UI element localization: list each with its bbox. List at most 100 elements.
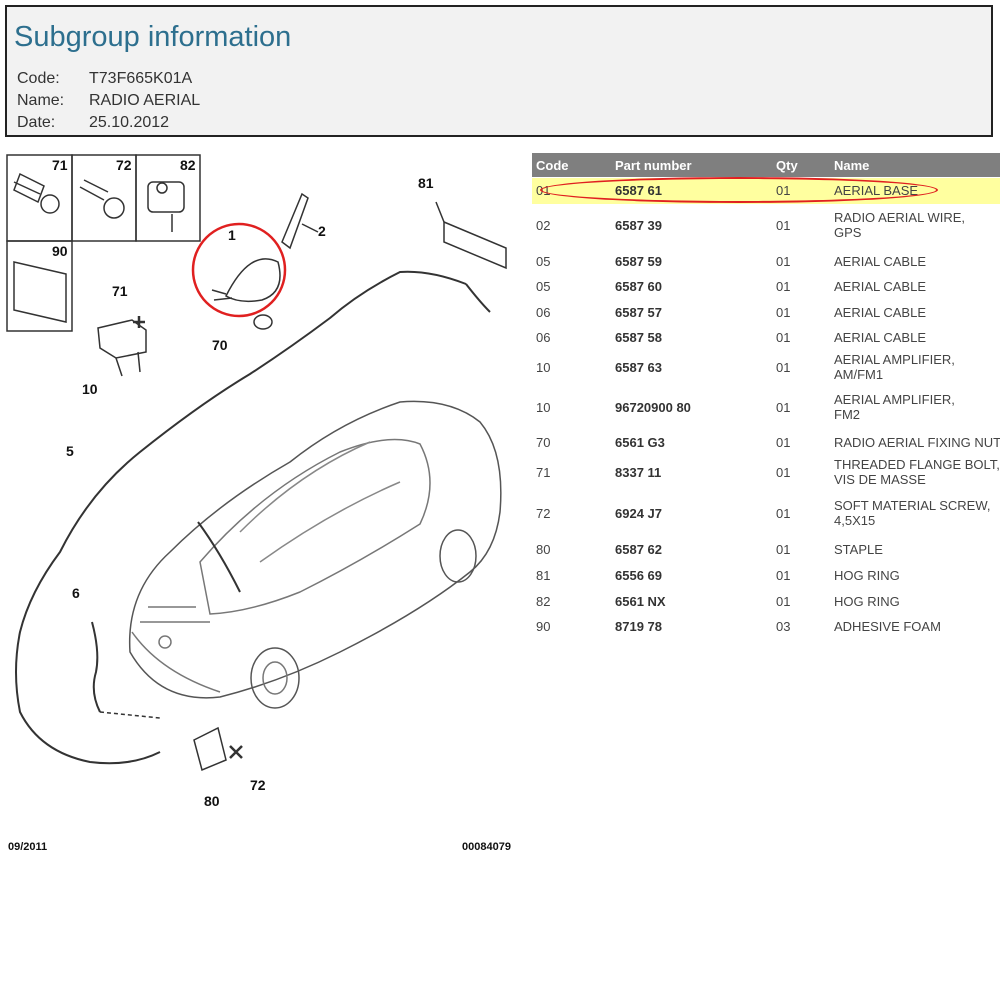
table-row[interactable]: 71 8337 11 01 THREADED FLANGE BOLT, VIS DE M… bbox=[532, 456, 1000, 492]
row-part-number: 6587 60 bbox=[615, 279, 662, 294]
row-code: 02 bbox=[536, 218, 551, 233]
row-name: HOG RING bbox=[834, 594, 900, 609]
row-qty: 01 bbox=[776, 594, 791, 609]
callout-72b: 72 bbox=[250, 777, 266, 793]
row-qty: 01 bbox=[776, 568, 791, 583]
selected-row-highlight bbox=[540, 177, 938, 203]
callout-72: 72 bbox=[116, 157, 132, 173]
row-code: 81 bbox=[536, 568, 551, 583]
code-row: Code: T73F665K01A bbox=[17, 70, 192, 88]
table-row[interactable]: 02 6587 39 01 RADIO AERIAL WIRE, GPS bbox=[532, 209, 1000, 245]
row-qty: 01 bbox=[776, 542, 791, 557]
date-value: 25.10.2012 bbox=[89, 114, 170, 131]
name-row: Name: RADIO AERIAL bbox=[17, 92, 200, 110]
subgroup-info-panel: Subgroup information Code: T73F665K01A Na… bbox=[5, 5, 993, 137]
table-row[interactable]: 05 6587 59 01 AERIAL CABLE bbox=[532, 249, 1000, 273]
parts-table-header: Code Part number Qty Name bbox=[532, 153, 1000, 177]
table-row[interactable]: 10 96720900 80 01 AERIAL AMPLIFIER, FM2 bbox=[532, 391, 1000, 427]
table-row[interactable]: 80 6587 62 01 STAPLE bbox=[532, 537, 1000, 561]
name-value: RADIO AERIAL bbox=[89, 92, 201, 109]
row-part-number: 6924 J7 bbox=[615, 506, 662, 521]
row-name: GPS bbox=[834, 225, 862, 240]
row-name: HOG RING bbox=[834, 568, 900, 583]
date-row: Date: 25.10.2012 bbox=[17, 114, 169, 132]
row-code: 82 bbox=[536, 594, 551, 609]
row-name: RADIO AERIAL WIRE, bbox=[834, 210, 965, 225]
row-code: 06 bbox=[536, 330, 551, 345]
column-part-number: Part number bbox=[615, 158, 692, 173]
row-code: 71 bbox=[536, 465, 551, 480]
row-code: 05 bbox=[536, 279, 551, 294]
row-qty: 01 bbox=[776, 465, 791, 480]
callout-71b: 71 bbox=[112, 283, 128, 299]
row-name: AERIAL CABLE bbox=[834, 330, 927, 345]
row-code: 80 bbox=[536, 542, 551, 557]
row-code: 10 bbox=[536, 400, 551, 415]
row-name: THREADED FLANGE BOLT, bbox=[834, 457, 1000, 472]
callout-1: 1 bbox=[228, 227, 236, 243]
row-part-number: 6587 59 bbox=[615, 254, 662, 269]
parts-diagram: 71 72 82 90 81 2 1 71 70 10 5 6 72 80 bbox=[0, 152, 528, 860]
table-row[interactable]: 70 6561 G3 01 RADIO AERIAL FIXING NUT bbox=[532, 430, 1000, 454]
table-row[interactable]: 81 6556 69 01 HOG RING bbox=[532, 563, 1000, 587]
table-row[interactable]: 06 6587 58 01 AERIAL CABLE bbox=[532, 325, 1000, 349]
callout-82: 82 bbox=[180, 157, 196, 173]
callout-81: 81 bbox=[418, 175, 434, 191]
table-row[interactable]: 06 6587 57 01 AERIAL CABLE bbox=[532, 300, 1000, 324]
callout-6: 6 bbox=[72, 585, 80, 601]
row-name: AM/FM1 bbox=[834, 367, 884, 382]
row-qty: 01 bbox=[776, 254, 791, 269]
diagram-date: 09/2011 bbox=[8, 841, 48, 853]
row-qty: 01 bbox=[776, 218, 791, 233]
callout-10: 10 bbox=[82, 381, 98, 397]
row-part-number: 8719 78 bbox=[615, 619, 662, 634]
row-name: ADHESIVE FOAM bbox=[834, 619, 941, 634]
row-name: VIS DE MASSE bbox=[834, 472, 926, 487]
diagram-blank-area bbox=[0, 860, 528, 1000]
row-code: 72 bbox=[536, 506, 551, 521]
row-part-number: 6587 63 bbox=[615, 360, 662, 375]
row-part-number: 6587 62 bbox=[615, 542, 662, 557]
row-code: 06 bbox=[536, 305, 551, 320]
code-label: Code: bbox=[17, 70, 60, 87]
row-name: AERIAL AMPLIFIER, bbox=[834, 352, 955, 367]
diagram-reference: 00084079 bbox=[462, 841, 511, 853]
table-row[interactable]: 82 6561 NX 01 HOG RING bbox=[532, 589, 1000, 613]
callout-70: 70 bbox=[212, 337, 228, 353]
code-value: T73F665K01A bbox=[89, 70, 193, 87]
row-qty: 01 bbox=[776, 305, 791, 320]
column-name: Name bbox=[834, 158, 870, 173]
row-code: 10 bbox=[536, 360, 551, 375]
row-name: STAPLE bbox=[834, 542, 883, 557]
row-name: AERIAL CABLE bbox=[834, 254, 927, 269]
row-qty: 01 bbox=[776, 360, 791, 375]
row-qty: 01 bbox=[776, 400, 791, 415]
name-label: Name: bbox=[17, 92, 65, 109]
row-code: 90 bbox=[536, 619, 551, 634]
row-name: AERIAL AMPLIFIER, bbox=[834, 392, 955, 407]
row-part-number: 8337 11 bbox=[615, 465, 662, 480]
page-title: Subgroup information bbox=[14, 21, 292, 53]
row-name: 4,5X15 bbox=[834, 513, 876, 528]
callout-5: 5 bbox=[66, 443, 74, 459]
table-row[interactable]: 10 6587 63 01 AERIAL AMPLIFIER, AM/FM1 bbox=[532, 351, 1000, 387]
row-part-number: 6561 NX bbox=[615, 594, 666, 609]
date-label: Date: bbox=[17, 114, 56, 131]
callout-2: 2 bbox=[318, 223, 326, 239]
row-part-number: 6587 58 bbox=[615, 330, 662, 345]
row-name: FM2 bbox=[834, 407, 860, 422]
row-qty: 01 bbox=[776, 435, 791, 450]
row-part-number: 96720900 80 bbox=[615, 400, 691, 415]
callout-80: 80 bbox=[204, 793, 220, 809]
table-row[interactable]: 90 8719 78 03 ADHESIVE FOAM bbox=[532, 614, 1000, 638]
callout-71: 71 bbox=[52, 157, 68, 173]
row-qty: 01 bbox=[776, 279, 791, 294]
row-part-number: 6561 G3 bbox=[615, 435, 665, 450]
table-row[interactable]: 05 6587 60 01 AERIAL CABLE bbox=[532, 274, 1000, 298]
table-row[interactable]: 72 6924 J7 01 SOFT MATERIAL SCREW, 4,5X15 bbox=[532, 497, 1000, 533]
row-part-number: 6556 69 bbox=[615, 568, 662, 583]
column-qty: Qty bbox=[776, 158, 798, 173]
row-qty: 03 bbox=[776, 619, 791, 634]
row-qty: 01 bbox=[776, 330, 791, 345]
column-code: Code bbox=[536, 158, 569, 173]
